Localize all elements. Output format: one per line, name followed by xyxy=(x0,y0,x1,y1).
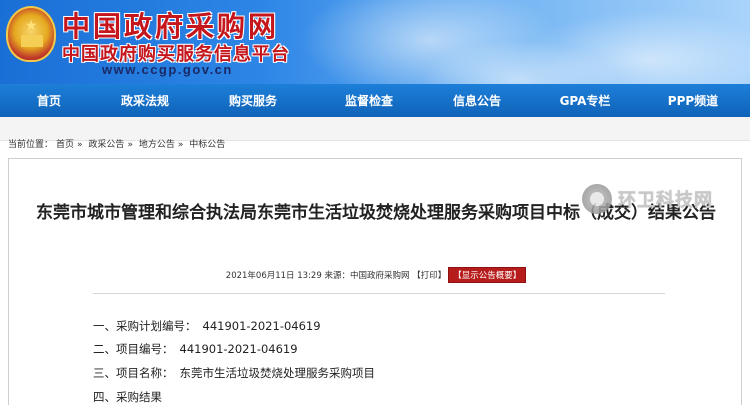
item-value: 东莞市生活垃圾焚烧处理服务采购项目 xyxy=(179,366,376,380)
national-emblem-icon: ★ xyxy=(6,6,56,62)
breadcrumb-separator: » xyxy=(177,140,184,150)
breadcrumb-item-award-notices[interactable]: 中标公告 xyxy=(189,140,225,150)
item-procurement-result: 四、采购结果 xyxy=(93,389,162,405)
header-banner: ★ 中国政府采购网 中国政府购买服务信息平台 www.ccgp.gov.cn xyxy=(0,0,750,84)
breadcrumb: 当前位置： 首页» 政采公告» 地方公告» 中标公告 xyxy=(8,137,228,150)
breadcrumb-separator: » xyxy=(127,140,133,150)
breadcrumb-item-home[interactable]: 首页 xyxy=(56,140,74,150)
item-project-number: 二、项目编号： 441901-2021-04619 xyxy=(93,341,298,357)
nav-item-announcements[interactable]: 信息公告 xyxy=(424,92,530,109)
site-url[interactable]: www.ccgp.gov.cn xyxy=(102,62,233,77)
meta-divider xyxy=(93,293,665,294)
nav-item-regulations[interactable]: 政采法规 xyxy=(98,92,192,109)
watermark-logo-icon xyxy=(582,184,612,214)
nav-item-ppp[interactable]: PPP频道 xyxy=(640,92,746,109)
nav-item-supervision[interactable]: 监督检查 xyxy=(314,92,424,109)
site-name[interactable]: 中国政府采购网 xyxy=(62,5,279,45)
nav-item-purchase-services[interactable]: 购买服务 xyxy=(192,92,314,109)
item-label: 三、项目名称： xyxy=(93,366,174,380)
breadcrumb-separator: » xyxy=(77,140,83,150)
breadcrumb-item-local-notices[interactable]: 地方公告 xyxy=(139,140,175,150)
item-value: 441901-2021-04619 xyxy=(179,342,298,356)
item-label: 二、项目编号： xyxy=(93,342,174,356)
main-nav: 首页 政采法规 购买服务 监督检查 信息公告 GPA专栏 PPP频道 xyxy=(0,84,750,117)
article-meta: 2021年06月11日 13:29 来源：中国政府采购网 【打印】 【显示公告概要… xyxy=(9,267,743,283)
publish-date: 2021年06月11日 13:29 xyxy=(225,271,322,281)
breadcrumb-item-procurement-notices[interactable]: 政采公告 xyxy=(88,140,124,150)
source-name: 中国政府采购网 xyxy=(349,271,410,281)
breadcrumb-prefix: 当前位置： xyxy=(8,140,54,150)
item-plan-number: 一、采购计划编号： 441901-2021-04619 xyxy=(93,318,321,334)
watermark: 环卫科技网 xyxy=(582,182,742,216)
item-value: 441901-2021-04619 xyxy=(202,319,321,333)
show-summary-button[interactable]: 【显示公告概要】 xyxy=(448,267,527,283)
item-label: 一、采购计划编号： xyxy=(93,319,197,333)
item-project-name: 三、项目名称： 东莞市生活垃圾焚烧处理服务采购项目 xyxy=(93,365,375,381)
nav-item-home[interactable]: 首页 xyxy=(0,92,98,109)
item-label: 四、采购结果 xyxy=(93,390,162,404)
watermark-text: 环卫科技网 xyxy=(618,190,713,211)
print-link[interactable]: 【打印】 xyxy=(412,271,446,281)
nav-item-gpa[interactable]: GPA专栏 xyxy=(530,92,640,109)
source-label: 来源： xyxy=(324,271,350,281)
